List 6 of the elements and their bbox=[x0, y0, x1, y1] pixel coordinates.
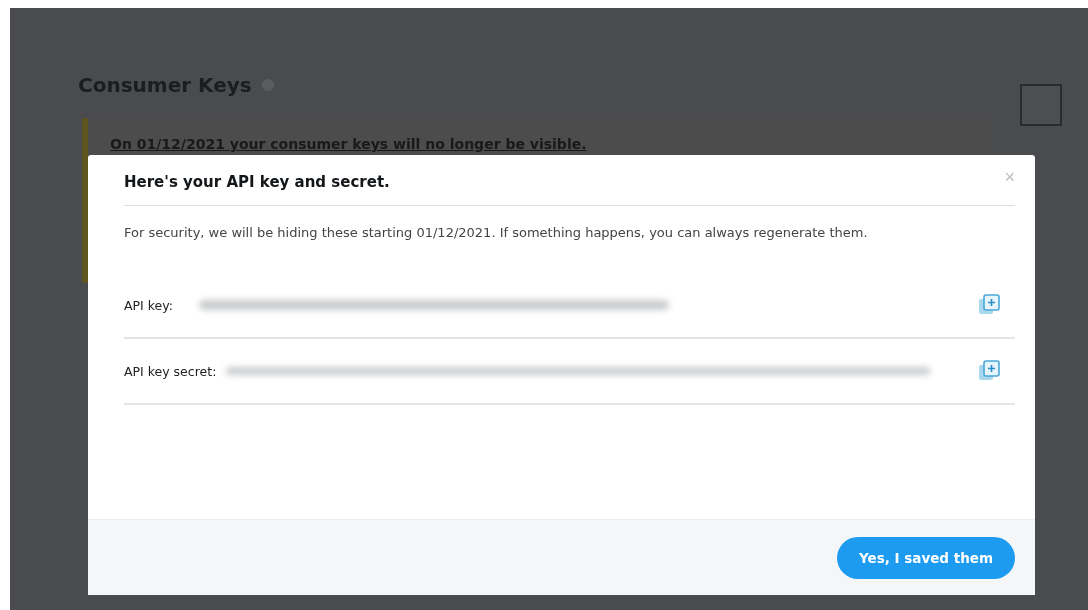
modal-message: For security, we will be hiding these starting 01/12/2021. If something happens, you can always regenerate them. bbox=[124, 224, 869, 242]
confirm-button[interactable]: Yes, I saved them bbox=[836, 536, 1015, 579]
modal-title: Here's your API key and secret. bbox=[124, 173, 390, 191]
field-label: API key: bbox=[124, 297, 173, 313]
close-button[interactable]: × bbox=[1004, 166, 1015, 188]
field-label: API key secret: bbox=[124, 363, 217, 379]
